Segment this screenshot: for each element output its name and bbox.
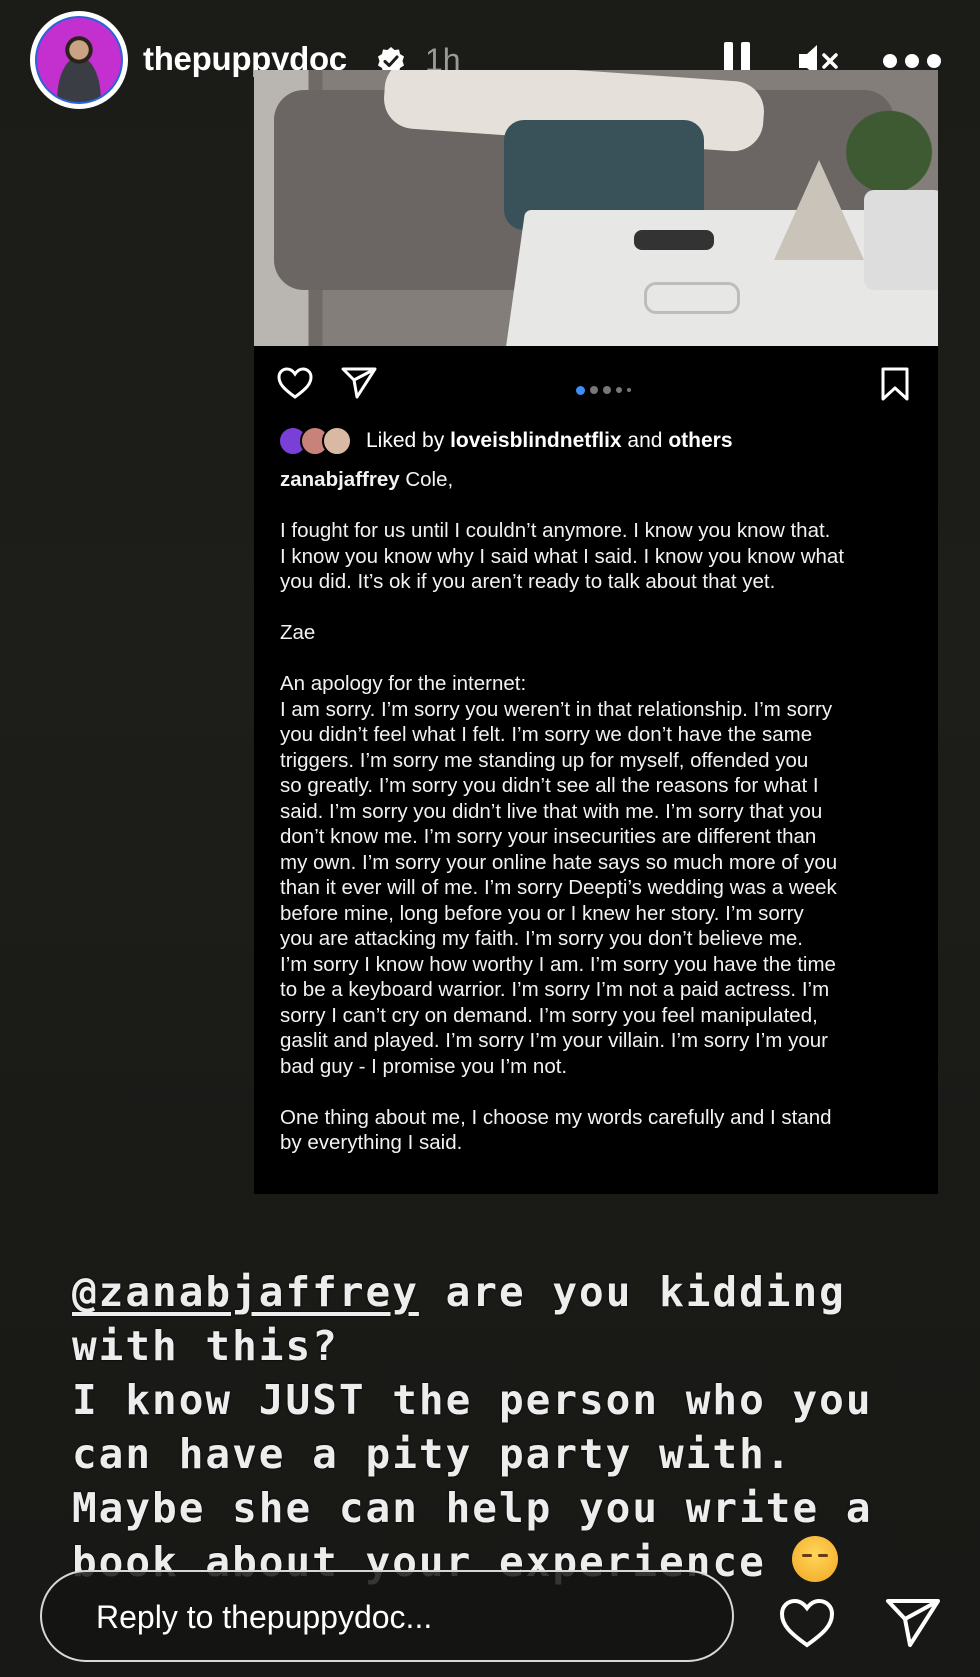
story-text-overlay: @zanabjaffrey are you kidding with this?… [72, 1268, 873, 1586]
bookmark-icon[interactable] [879, 366, 911, 402]
liker-username: loveisblindnetflix [450, 429, 622, 452]
reply-input[interactable]: Reply to thepuppydoc... [40, 1570, 734, 1662]
carousel-indicator [576, 385, 631, 395]
reply-placeholder: Reply to thepuppydoc... [96, 1599, 433, 1635]
carousel-dot [627, 388, 631, 392]
unamused-emoji-icon [792, 1536, 839, 1582]
post-photo [254, 70, 938, 346]
shared-post[interactable]: Liked by loveisblindnetflix and others z… [254, 70, 938, 1194]
carousel-dot [590, 386, 598, 394]
caption-text: Cole, I fought for us until I couldn’t a… [280, 468, 845, 1154]
profile-picture [35, 16, 123, 104]
mention-link[interactable]: @zanabjaffrey [72, 1268, 419, 1316]
likes-others: others [668, 429, 733, 452]
liker-avatar [322, 426, 352, 456]
carousel-dot [616, 387, 622, 393]
post-actions [254, 346, 938, 420]
post-caption: zanabjaffrey Cole, I fought for us until… [280, 467, 920, 1156]
carousel-dot [603, 386, 611, 394]
likes-text: Liked by loveisblindnetflix and others [366, 429, 733, 452]
like-story-icon[interactable] [778, 1597, 836, 1649]
carousel-dot [576, 385, 585, 395]
share-icon[interactable] [340, 366, 378, 400]
like-icon[interactable] [276, 366, 314, 400]
send-story-icon[interactable] [884, 1597, 942, 1649]
story-avatar[interactable] [30, 11, 128, 109]
likes-summary[interactable]: Liked by loveisblindnetflix and others [278, 426, 733, 456]
more-icon[interactable] [883, 54, 943, 68]
caption-author[interactable]: zanabjaffrey [280, 468, 400, 491]
